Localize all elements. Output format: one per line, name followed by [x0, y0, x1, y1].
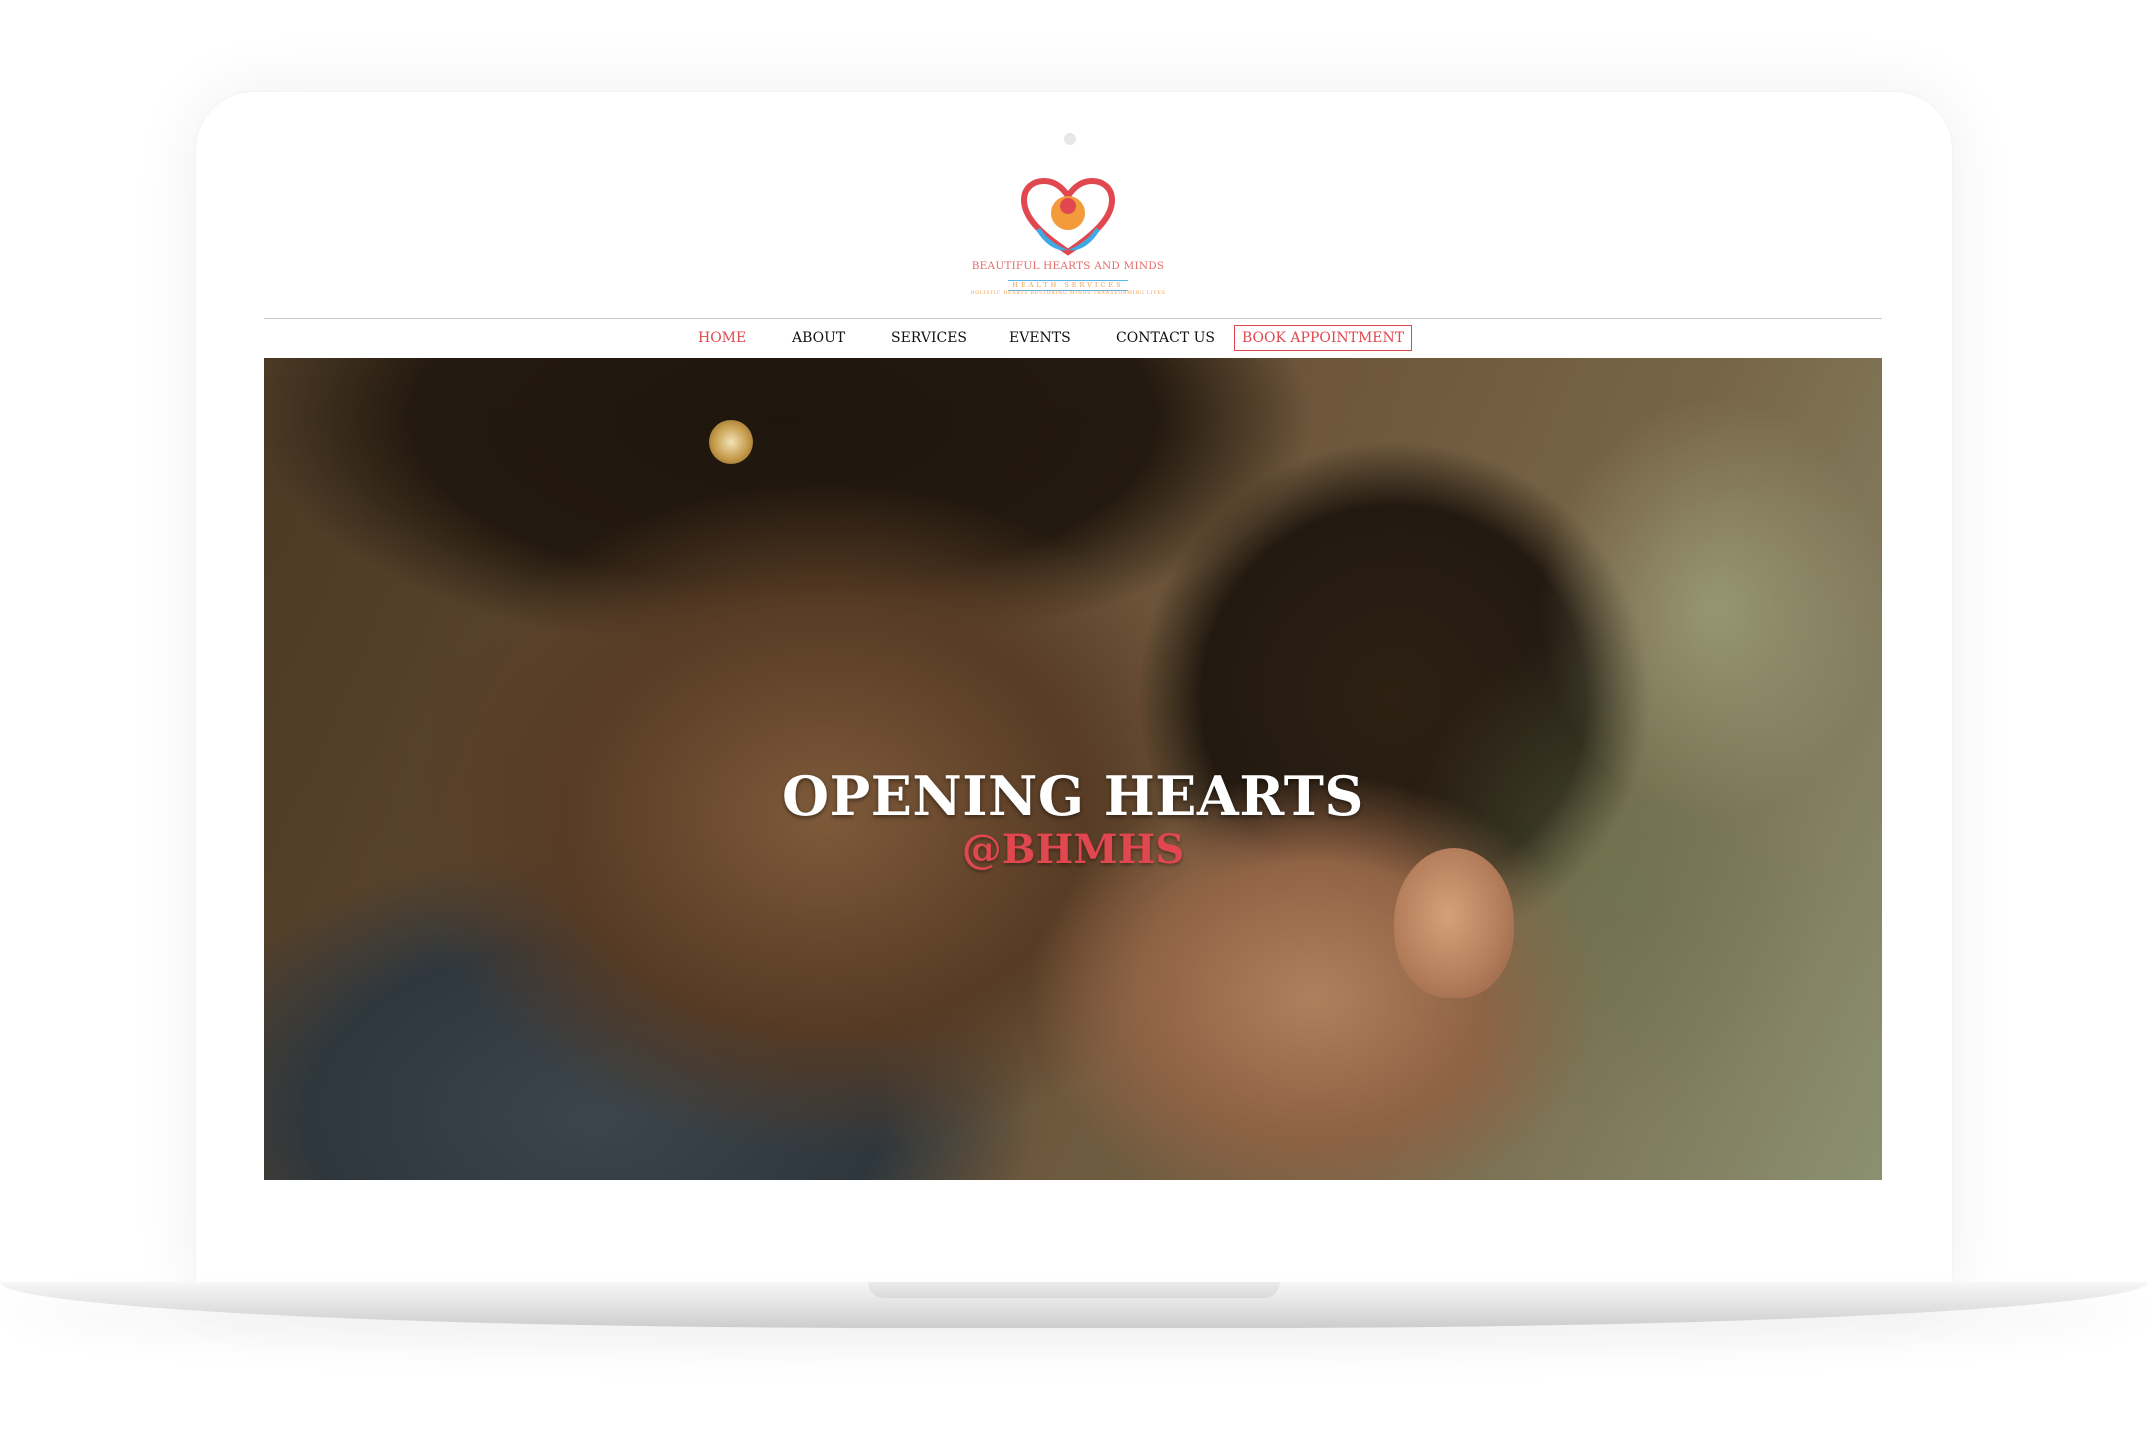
- hero-subtitle: @BHMHS: [961, 826, 1185, 873]
- book-appointment-button[interactable]: BOOK APPOINTMENT: [1234, 325, 1413, 351]
- nav-home[interactable]: HOME: [698, 325, 746, 355]
- earring-detail: [709, 420, 753, 464]
- brand-subtitle: HEALTH SERVICES: [1008, 280, 1128, 291]
- brand-name: BEAUTIFUL HEARTS AND MINDS: [971, 260, 1165, 272]
- brand-tagline: HOLISTIC HEARTS RESTORING MINDS TRANSFOR…: [970, 291, 1166, 296]
- heart-hands-logo-icon: [1020, 177, 1116, 256]
- hero-title: OPENING HEARTS: [782, 764, 1364, 828]
- header-divider: [264, 318, 1882, 319]
- laptop-base-notch: [868, 1282, 1280, 1298]
- nav-contact-us[interactable]: CONTACT US: [1116, 325, 1215, 355]
- nav-about[interactable]: ABOUT: [792, 325, 845, 355]
- hero-banner: OPENING HEARTS @BHMHS: [264, 358, 1882, 1180]
- nav-events[interactable]: EVENTS: [1009, 325, 1071, 355]
- nav-services[interactable]: SERVICES: [891, 325, 967, 355]
- camera-dot: [1064, 133, 1076, 145]
- site-logo[interactable]: BEAUTIFUL HEARTS AND MINDS HEALTH SERVIC…: [966, 176, 1170, 302]
- main-nav: HOME ABOUT SERVICES EVENTS CONTACT US BO…: [264, 325, 1882, 355]
